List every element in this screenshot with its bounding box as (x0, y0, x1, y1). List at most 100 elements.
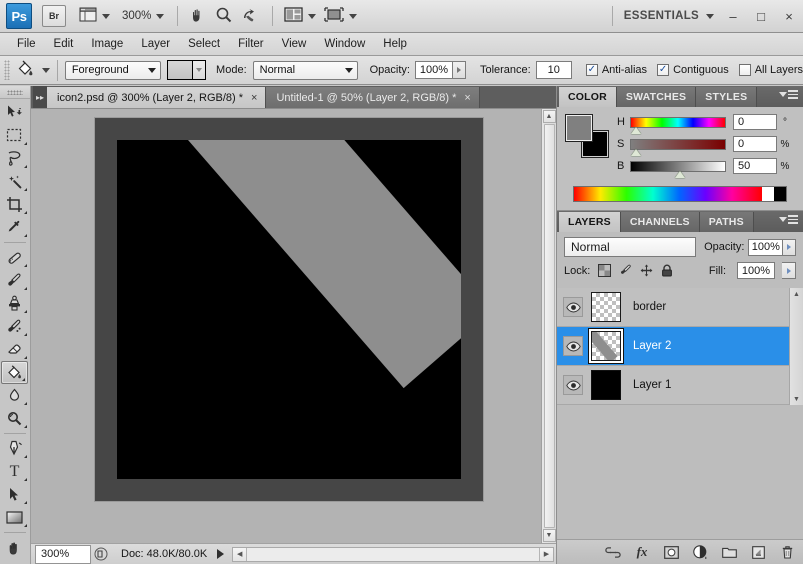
menu-help[interactable]: Help (374, 33, 416, 56)
layer-fill-input[interactable]: 100% (737, 262, 775, 279)
spot-healing-brush-tool[interactable] (0, 246, 29, 269)
zoom-level-dropdown[interactable]: 300% (115, 4, 167, 28)
blend-mode-dropdown[interactable]: Normal (252, 60, 358, 80)
close-icon[interactable]: × (464, 92, 470, 104)
move-tool[interactable] (0, 101, 29, 124)
link-layers-icon[interactable] (605, 544, 621, 560)
minimize-button[interactable]: – (719, 0, 747, 33)
layer-blend-mode-dropdown[interactable]: Normal (564, 237, 697, 257)
status-expand-arrow-icon[interactable] (217, 549, 225, 559)
tab-color[interactable]: COLOR (559, 87, 617, 107)
clone-stamp-tool[interactable] (0, 292, 29, 315)
adjustment-layer-icon[interactable] (692, 544, 708, 560)
zoom-tool-button[interactable] (212, 4, 236, 28)
canvas-horizontal-scrollbar[interactable]: ◀ ▶ (232, 546, 554, 562)
fill-source-dropdown[interactable]: Foreground (64, 60, 162, 80)
document-tab-icon2[interactable]: icon2.psd @ 300% (Layer 2, RGB/8) * × (47, 87, 267, 108)
layer-mask-icon[interactable] (663, 544, 679, 560)
foreground-color-swatch[interactable] (565, 114, 593, 142)
scroll-down-arrow-icon[interactable]: ▼ (542, 529, 556, 542)
eyedropper-tool[interactable] (0, 216, 29, 239)
toolbox-collapse-handle[interactable] (0, 86, 30, 99)
lock-transparent-pixels-icon[interactable] (597, 264, 611, 278)
scroll-down-arrow-icon[interactable]: ▼ (791, 393, 803, 405)
opacity-control[interactable]: 100% (414, 61, 466, 79)
table-row[interactable]: border (557, 288, 803, 327)
hue-slider-thumb[interactable] (631, 126, 641, 134)
options-bar-gripper[interactable] (4, 60, 11, 80)
rectangle-shape-tool[interactable] (0, 506, 29, 529)
layer-visibility-toggle[interactable] (561, 297, 585, 317)
all-layers-checkbox-group[interactable]: All Layers (738, 64, 803, 76)
artboard[interactable] (95, 118, 483, 501)
all-layers-checkbox[interactable] (738, 64, 751, 76)
contiguous-checkbox[interactable]: ✓ (657, 64, 670, 76)
scroll-up-arrow-icon[interactable]: ▲ (542, 110, 556, 123)
layers-vertical-scrollbar[interactable]: ▲ ▼ (789, 288, 803, 405)
hue-slider[interactable] (630, 116, 726, 134)
delete-layer-icon[interactable] (779, 544, 795, 560)
workspace-switcher[interactable]: ESSENTIALS (621, 4, 717, 28)
brightness-slider[interactable] (630, 160, 726, 178)
new-layer-icon[interactable] (750, 544, 766, 560)
layer-thumbnail-cell[interactable] (585, 331, 627, 361)
hand-tool-button[interactable] (186, 4, 210, 28)
color-panel-menu-button[interactable] (779, 90, 798, 99)
menu-select[interactable]: Select (179, 33, 229, 56)
horizontal-type-tool[interactable]: T (0, 460, 29, 483)
layer-visibility-toggle[interactable] (561, 336, 585, 356)
eye-icon[interactable] (563, 297, 583, 317)
tab-layers[interactable]: LAYERS (559, 212, 621, 232)
tab-swatches[interactable]: SWATCHES (616, 87, 697, 107)
canvas-viewport[interactable] (31, 109, 541, 543)
blur-tool[interactable] (0, 384, 29, 407)
layer-name[interactable]: border (627, 301, 666, 313)
tab-paths[interactable]: PATHS (699, 212, 754, 232)
layer-thumbnail-cell[interactable] (585, 370, 627, 400)
dodge-tool[interactable] (0, 407, 29, 430)
spectrum-white-swatch[interactable] (762, 187, 774, 201)
tolerance-input[interactable]: 10 (535, 61, 572, 79)
table-row[interactable]: Layer 1 (557, 366, 803, 405)
rotate-view-tool-button[interactable] (238, 4, 262, 28)
new-group-icon[interactable] (721, 544, 737, 560)
saturation-slider[interactable] (630, 138, 726, 156)
menu-image[interactable]: Image (82, 33, 132, 56)
scroll-up-arrow-icon[interactable]: ▲ (791, 288, 803, 300)
crop-tool[interactable] (0, 193, 29, 216)
contiguous-checkbox-group[interactable]: ✓ Contiguous (657, 64, 729, 76)
pattern-picker[interactable] (167, 60, 207, 80)
status-proxy-icon[interactable] (91, 547, 111, 561)
menu-file[interactable]: File (8, 33, 45, 56)
foreground-background-swatches[interactable] (565, 114, 609, 158)
pattern-swatch[interactable] (167, 60, 194, 80)
scroll-left-arrow-icon[interactable]: ◀ (233, 547, 248, 561)
path-selection-tool[interactable] (0, 483, 29, 506)
close-icon[interactable]: × (251, 92, 257, 104)
menu-window[interactable]: Window (315, 33, 374, 56)
layer-thumbnail-cell[interactable] (585, 292, 627, 322)
hand-tool[interactable] (0, 536, 29, 559)
opacity-input[interactable]: 100% (414, 61, 453, 79)
color-spectrum-ramp[interactable] (573, 186, 787, 202)
tab-channels[interactable]: CHANNELS (620, 212, 700, 232)
brush-tool[interactable] (0, 269, 29, 292)
brightness-slider-thumb[interactable] (675, 170, 685, 178)
maximize-button[interactable]: □ (747, 0, 775, 33)
opacity-stepper[interactable] (452, 61, 466, 79)
layer-name[interactable]: Layer 1 (627, 379, 671, 391)
history-brush-tool[interactable] (0, 315, 29, 338)
scroll-right-arrow-icon[interactable]: ▶ (539, 547, 553, 561)
tabstrip-gripper[interactable]: ▸▸ (33, 86, 47, 108)
layer-opacity-input[interactable]: 100% (748, 238, 784, 256)
hue-value[interactable]: 0 (733, 114, 777, 130)
saturation-slider-thumb[interactable] (631, 148, 641, 156)
anti-alias-checkbox[interactable]: ✓ (585, 64, 598, 76)
launch-bridge-button[interactable]: Br (42, 5, 66, 27)
tab-styles[interactable]: STYLES (696, 87, 758, 107)
menu-filter[interactable]: Filter (229, 33, 273, 56)
eye-icon[interactable] (563, 336, 583, 356)
anti-alias-checkbox-group[interactable]: ✓ Anti-alias (585, 64, 647, 76)
eye-icon[interactable] (563, 375, 583, 395)
layer-visibility-toggle[interactable] (561, 375, 585, 395)
